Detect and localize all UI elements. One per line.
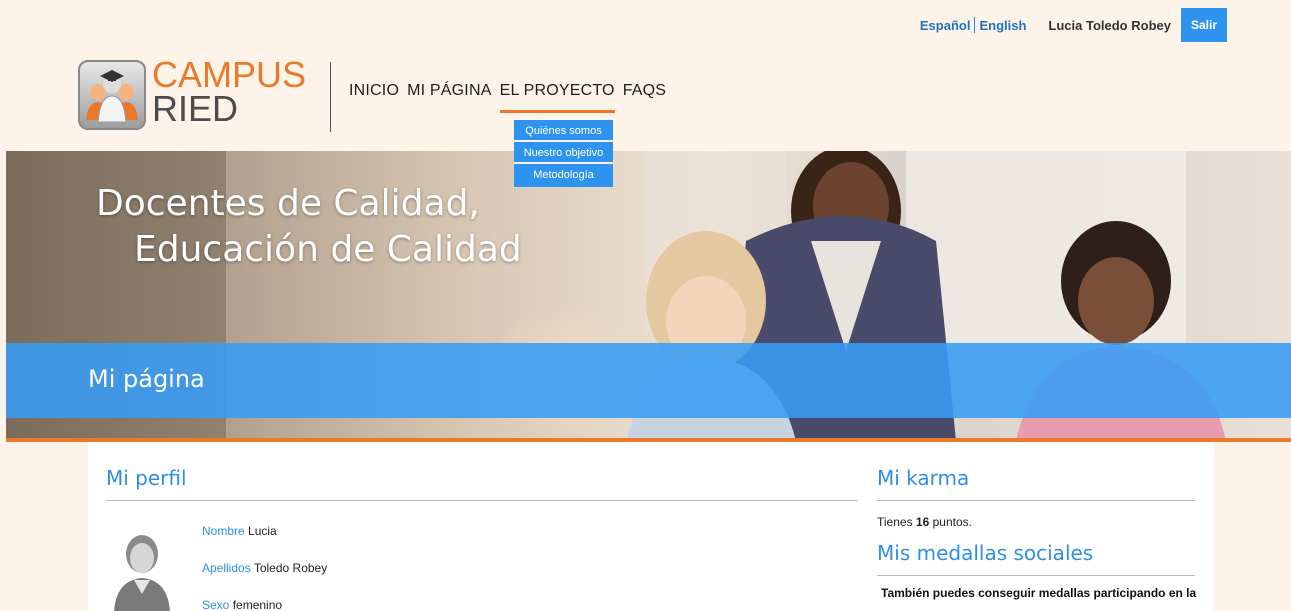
dropdown-item-quienes-somos[interactable]: Quiénes somos [514, 120, 613, 142]
main-content: Mi perfil Nombre Lucia Apellidos Toledo … [88, 442, 1214, 611]
campus-ried-logo[interactable]: CAMPUS RIED [78, 54, 306, 132]
medals-divider [877, 575, 1195, 576]
dropdown-item-nuestro-objetivo[interactable]: Nuestro objetivo [514, 142, 613, 164]
field-label-apellidos: Apellidos [202, 561, 251, 575]
field-value-sexo: femenino [232, 598, 283, 611]
nav-item-inicio[interactable]: INICIO [349, 82, 399, 113]
field-label-nombre: Nombre [202, 524, 245, 538]
karma-text-suffix: puntos. [929, 515, 972, 529]
el-proyecto-dropdown: Quiénes somos Nuestro objetivo Metodolog… [514, 120, 613, 187]
hero-banner: Docentes de Calidad, Educación de Calida… [6, 151, 1291, 441]
dropdown-item-metodologia[interactable]: Metodología [514, 164, 613, 187]
profile-divider [106, 500, 858, 501]
karma-text-prefix: Tienes [877, 515, 916, 529]
logo-badge-icon [78, 60, 146, 130]
karma-title: Mi karma [877, 466, 970, 490]
banner-title-line2: Educación de Calidad [134, 229, 522, 270]
language-english-link[interactable]: English [979, 18, 1026, 33]
banner-title-line1: Docentes de Calidad, [96, 183, 480, 224]
profile-field-nombre: Nombre Lucia [202, 524, 277, 538]
medals-title: Mis medallas sociales [877, 541, 1094, 565]
karma-divider [877, 500, 1195, 501]
nav-item-mi-pagina[interactable]: MI PÁGINA [407, 82, 491, 113]
field-value-apellidos: Toledo Robey [253, 561, 328, 575]
profile-field-apellidos: Apellidos Toledo Robey [202, 561, 327, 575]
language-spanish-link[interactable]: Español [920, 18, 971, 33]
main-nav: INICIO MI PÁGINA EL PROYECTO FAQS [349, 82, 674, 113]
field-label-sexo: Sexo [202, 598, 230, 611]
header-divider [330, 62, 331, 132]
logo-text-ried: RIED [152, 88, 239, 129]
top-bar: Español English Lucia Toledo Robey Salir [920, 8, 1227, 42]
field-value-nombre: Lucia [248, 524, 277, 538]
sidebar: Mi karma Tienes 16 puntos. Mis medallas … [877, 466, 1197, 600]
banner-title: Docentes de Calidad, Educación de Calida… [96, 181, 522, 273]
medals-text: También puedes conseguir medallas partic… [881, 586, 1197, 600]
logout-button[interactable]: Salir [1180, 8, 1227, 42]
nav-item-faqs[interactable]: FAQS [623, 82, 666, 113]
user-name: Lucia Toledo Robey [1048, 17, 1171, 33]
nav-item-el-proyecto[interactable]: EL PROYECTO [499, 82, 615, 113]
karma-points: 16 [915, 515, 930, 529]
language-separator [974, 17, 976, 33]
profile-field-sexo: Sexo femenino [202, 598, 282, 611]
karma-points-text: Tienes 16 puntos. [877, 515, 1195, 529]
page-title: Mi página [88, 365, 205, 393]
profile-title: Mi perfil [106, 466, 187, 490]
profile-section: Mi perfil [106, 466, 858, 501]
user-silhouette-icon [112, 530, 172, 611]
page-title-band: Mi página [6, 343, 1291, 418]
